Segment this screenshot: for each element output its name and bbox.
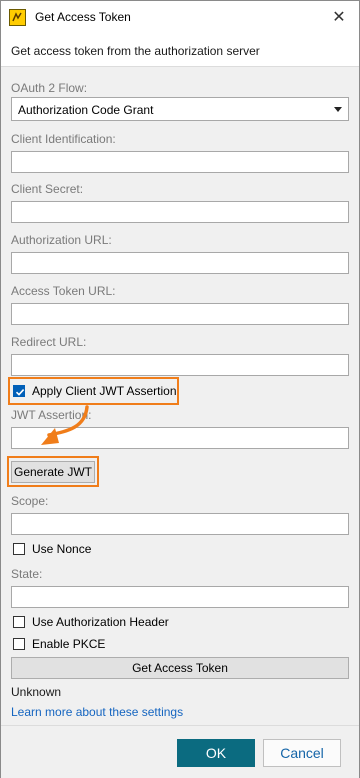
learn-more-link[interactable]: Learn more about these settings — [11, 705, 183, 719]
auth-url-label: Authorization URL: — [11, 233, 112, 247]
token-url-label: Access Token URL: — [11, 284, 116, 298]
window-title: Get Access Token — [35, 10, 131, 24]
checkbox-unchecked[interactable] — [13, 638, 25, 650]
oauth-flow-select[interactable]: Authorization Code Grant — [11, 97, 349, 121]
ok-button[interactable]: OK — [177, 739, 255, 767]
client-secret-label: Client Secret: — [11, 182, 84, 196]
oauth-flow-value: Authorization Code Grant — [18, 103, 154, 117]
token-url-field[interactable] — [11, 303, 349, 325]
client-id-field[interactable] — [11, 151, 349, 173]
title-bar: Get Access Token ✕ — [1, 1, 359, 33]
dialog-window: Get Access Token ✕ Get access token from… — [0, 0, 360, 778]
client-secret-field[interactable] — [11, 201, 349, 223]
checkbox-checked[interactable] — [13, 385, 25, 397]
get-access-token-button[interactable]: Get Access Token — [11, 657, 349, 679]
close-icon[interactable]: ✕ — [325, 5, 353, 29]
use-nonce-label: Use Nonce — [32, 542, 92, 556]
state-label: State: — [11, 567, 43, 581]
flow-label: OAuth 2 Flow: — [11, 81, 88, 95]
state-field[interactable] — [11, 586, 349, 608]
dialog-header: Get access token from the authorization … — [1, 34, 359, 67]
enable-pkce-label: Enable PKCE — [32, 637, 106, 651]
curved-arrow-icon — [41, 405, 89, 445]
app-icon — [9, 9, 26, 26]
redirect-url-label: Redirect URL: — [11, 335, 87, 349]
dialog-subtitle: Get access token from the authorization … — [11, 44, 260, 58]
generate-jwt-button[interactable]: Generate JWT — [11, 461, 95, 483]
status-text: Unknown — [11, 685, 62, 699]
apply-jwt-label: Apply Client JWT Assertion — [32, 384, 177, 398]
form-panel: OAuth 2 Flow: Authorization Code Grant C… — [1, 67, 359, 725]
use-auth-header-label: Use Authorization Header — [32, 615, 169, 629]
chevron-down-icon — [334, 107, 342, 112]
checkbox-unchecked[interactable] — [13, 543, 25, 555]
redirect-url-field[interactable] — [11, 354, 349, 376]
scope-label: Scope: — [11, 494, 49, 508]
client-id-label: Client Identification: — [11, 132, 116, 146]
auth-url-field[interactable] — [11, 252, 349, 274]
cancel-button[interactable]: Cancel — [263, 739, 341, 767]
dialog-footer: OK Cancel — [1, 725, 359, 778]
checkmark-icon — [15, 389, 25, 396]
checkbox-unchecked[interactable] — [13, 616, 25, 628]
scope-field[interactable] — [11, 513, 349, 535]
